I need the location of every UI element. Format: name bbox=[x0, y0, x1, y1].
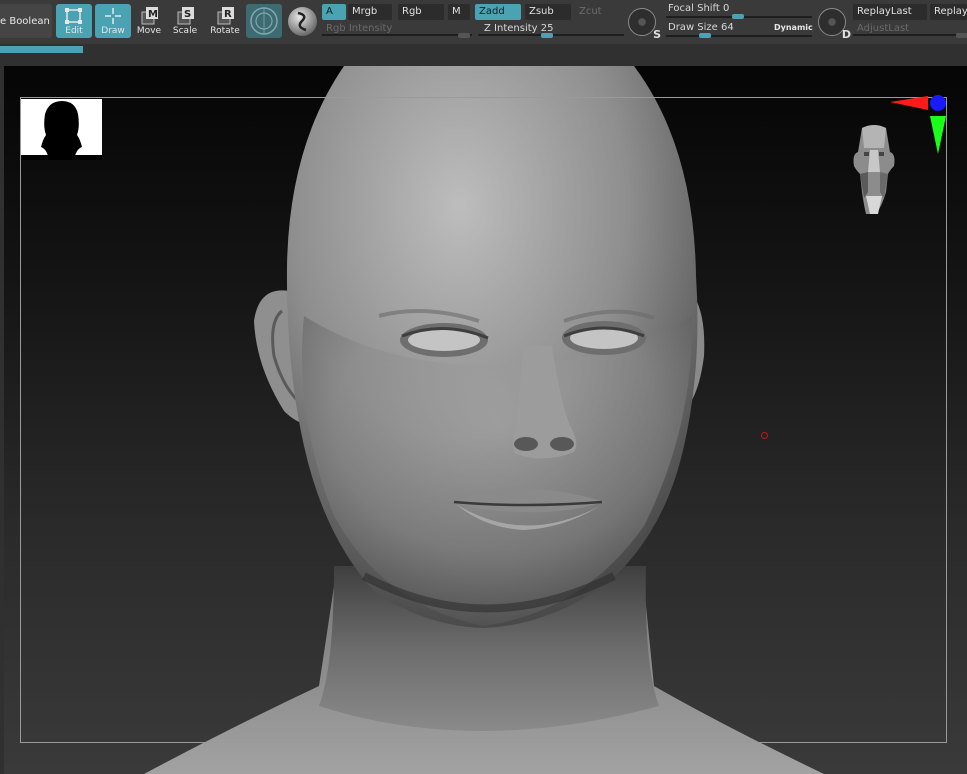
draw-size-knob[interactable] bbox=[699, 33, 711, 38]
replay-label: Replay bbox=[934, 6, 967, 17]
adjust-last-knob[interactable] bbox=[956, 33, 967, 38]
alpha-button[interactable]: D bbox=[818, 8, 851, 41]
mrgb-mode-label: Mrgb bbox=[352, 6, 378, 17]
navigation-head-icon[interactable] bbox=[846, 122, 902, 222]
material-sphere-icon bbox=[297, 11, 307, 32]
rotate-key-letter: R bbox=[224, 9, 232, 20]
draw-size-label: Draw Size bbox=[668, 22, 718, 33]
zsub-toggle[interactable]: Zsub bbox=[525, 4, 571, 20]
draw-icon bbox=[95, 6, 131, 26]
rotate-label: Rotate bbox=[210, 26, 240, 36]
live-boolean-label: e Boolean bbox=[0, 16, 50, 27]
focal-shift-value: 0 bbox=[723, 3, 730, 14]
mrgb-mode-toggle[interactable]: Mrgb bbox=[348, 4, 392, 20]
replay-button[interactable]: Replay bbox=[930, 4, 967, 20]
move-button[interactable]: M Move bbox=[131, 4, 167, 38]
edit-label: Edit bbox=[65, 26, 83, 36]
scale-key-letter: S bbox=[184, 9, 191, 20]
rotate-button[interactable]: R Rotate bbox=[207, 4, 243, 38]
zadd-label: Zadd bbox=[479, 6, 505, 17]
rgb-intensity-knob[interactable] bbox=[458, 33, 470, 38]
move-label: Move bbox=[136, 26, 162, 36]
rgb-intensity-slider[interactable] bbox=[322, 34, 472, 36]
stroke-letter: S bbox=[653, 28, 661, 41]
scale-label: Scale bbox=[172, 26, 198, 36]
draw-label: Draw bbox=[101, 26, 125, 36]
replay-last-label: ReplayLast bbox=[857, 6, 912, 17]
m-mode-toggle[interactable]: M bbox=[448, 4, 470, 20]
replay-last-button[interactable]: ReplayLast bbox=[853, 4, 927, 20]
z-intensity-label: Z Intensity bbox=[484, 23, 538, 34]
zsub-label: Zsub bbox=[529, 6, 554, 17]
edit-button[interactable]: Edit bbox=[56, 4, 92, 38]
focal-shift-label: Focal Shift bbox=[668, 3, 720, 14]
a-mode-label: A bbox=[326, 6, 333, 17]
focal-shift-readout: Focal Shift 0 bbox=[668, 3, 729, 14]
rgb-material-button[interactable] bbox=[246, 4, 282, 38]
rgb-intensity-label: Rgb Intensity bbox=[326, 23, 393, 34]
rgb-mode-toggle[interactable]: Rgb bbox=[398, 4, 444, 20]
brush-cursor bbox=[761, 432, 768, 439]
stroke-button[interactable]: S bbox=[628, 8, 661, 41]
draw-button[interactable]: Draw bbox=[95, 4, 131, 38]
focal-shift-knob[interactable] bbox=[732, 14, 744, 19]
dynamic-toggle[interactable]: Dynamic bbox=[774, 23, 813, 32]
silhouette-thumbnail bbox=[21, 99, 102, 160]
rotate-icon: R bbox=[207, 6, 243, 26]
adjust-last-slider[interactable] bbox=[853, 34, 967, 36]
z-intensity-knob[interactable] bbox=[541, 33, 553, 38]
zcut-toggle[interactable]: Zcut bbox=[575, 4, 621, 20]
sculpt-viewport[interactable] bbox=[4, 66, 967, 774]
adjust-last-label: AdjustLast bbox=[857, 23, 910, 34]
rgb-mode-label: Rgb bbox=[402, 6, 422, 17]
move-key-letter: M bbox=[148, 9, 158, 20]
progress-bar bbox=[0, 46, 83, 53]
material-sphere-button[interactable] bbox=[288, 7, 317, 36]
draw-size-slider[interactable] bbox=[666, 35, 812, 37]
zcut-label: Zcut bbox=[579, 6, 602, 17]
document-frame bbox=[20, 97, 947, 743]
zadd-toggle[interactable]: Zadd bbox=[475, 4, 521, 20]
top-toolbar: e Boolean Edit Draw M Move S Scale R Rot… bbox=[0, 0, 967, 44]
draw-size-value: 64 bbox=[721, 22, 734, 33]
scale-icon: S bbox=[167, 6, 203, 26]
silhouette-icon bbox=[21, 101, 102, 160]
rgb-material-icon bbox=[250, 7, 278, 35]
a-mode-toggle[interactable]: A bbox=[322, 4, 346, 20]
alpha-letter: D bbox=[841, 28, 851, 41]
move-icon: M bbox=[131, 6, 167, 26]
draw-size-readout: Draw Size 64 bbox=[668, 22, 734, 33]
m-mode-label: M bbox=[452, 6, 461, 17]
edit-icon bbox=[56, 6, 92, 26]
live-boolean-button[interactable]: e Boolean bbox=[0, 4, 52, 38]
scale-button[interactable]: S Scale bbox=[167, 4, 203, 38]
